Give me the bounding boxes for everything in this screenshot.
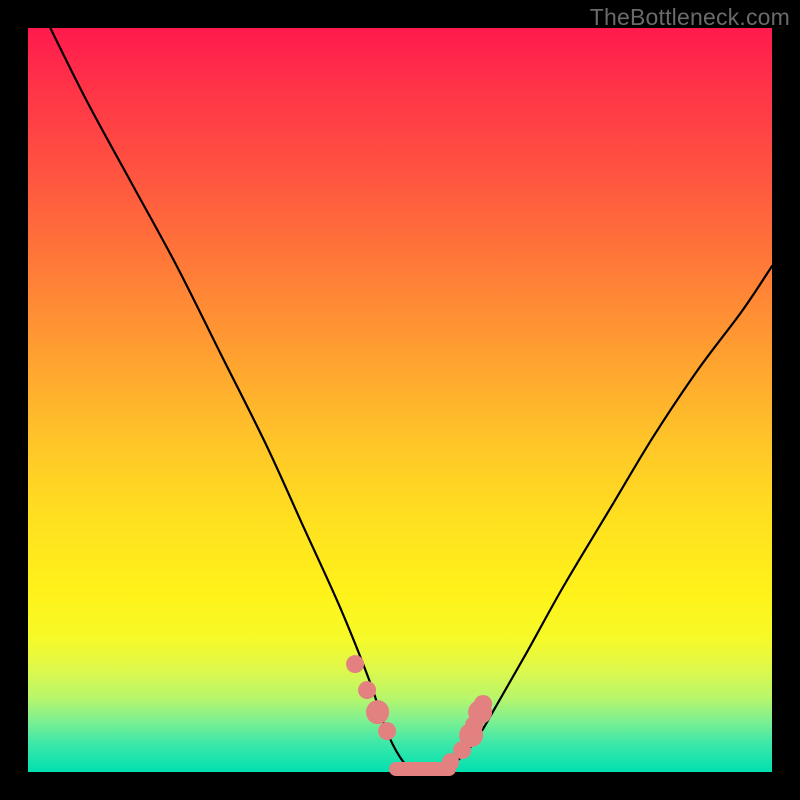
curve-marker — [474, 695, 492, 713]
curve-marker — [346, 655, 364, 673]
chart-frame: TheBottleneck.com — [0, 0, 800, 800]
curve-marker — [366, 701, 390, 725]
curve-layer — [28, 28, 772, 772]
curve-marker — [378, 722, 396, 740]
watermark-text: TheBottleneck.com — [590, 4, 790, 31]
curve-marker — [358, 681, 376, 699]
bottleneck-curve — [50, 28, 772, 773]
plot-area — [28, 28, 772, 772]
valley-bar — [389, 762, 456, 777]
